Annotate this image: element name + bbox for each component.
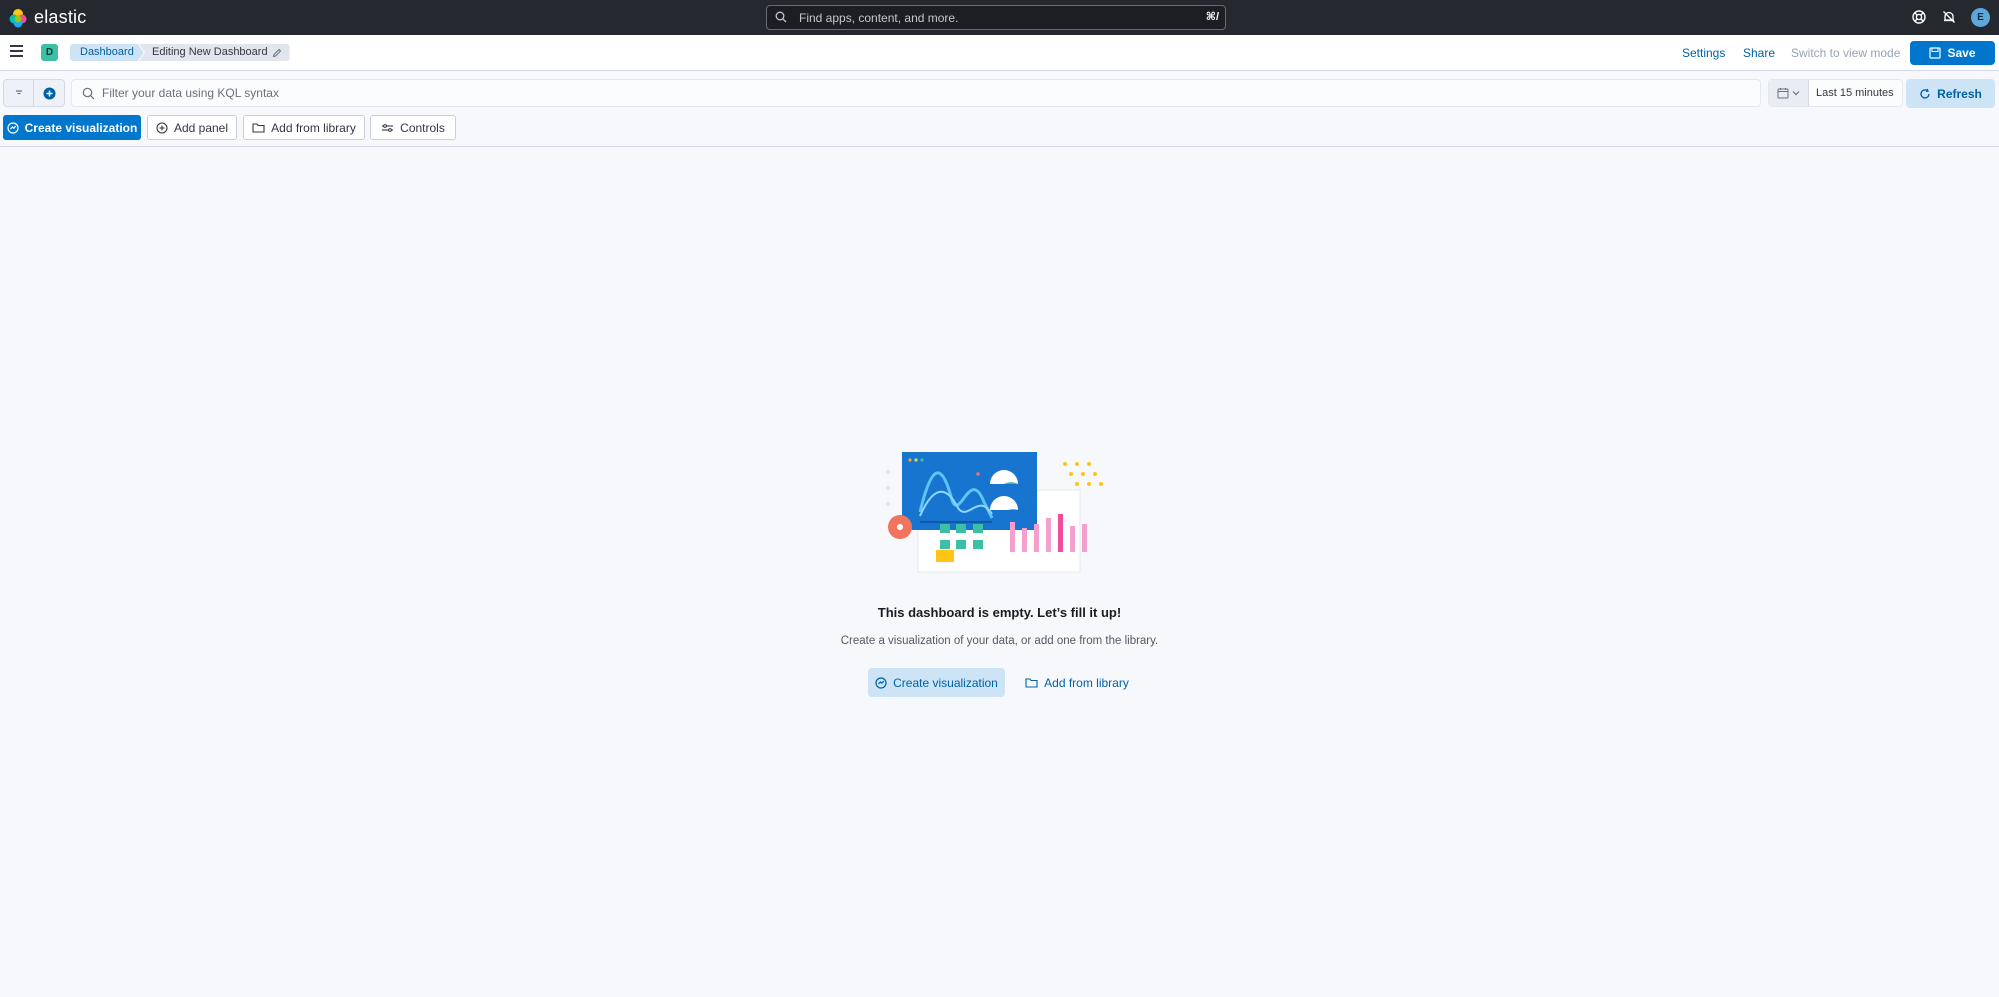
chevron-down-icon (1792, 91, 1800, 96)
hamburger-line (10, 45, 23, 47)
create-visualization-button[interactable]: Create visualization (3, 115, 141, 140)
logo-text: elastic (34, 7, 87, 27)
empty-add-from-library-label: Add from library (1044, 675, 1129, 690)
global-header: elastic ⌘/ E (0, 0, 1999, 35)
breadcrumb-dashboard[interactable]: Dashboard (70, 44, 144, 61)
search-shortcut: ⌘/ (1205, 11, 1219, 23)
search-icon (82, 87, 95, 100)
filter-menu-button[interactable] (4, 80, 35, 106)
filter-icon (15, 90, 22, 95)
controls-icon (382, 123, 394, 132)
dashboard-toolbar: Create visualization Add panel Add from … (0, 115, 1999, 147)
kql-search-input[interactable] (102, 80, 1702, 106)
add-from-library-button[interactable]: Add from library (243, 115, 365, 140)
date-picker: Last 15 minutes (1768, 79, 1903, 107)
empty-state-body: Create a visualization of your data, or … (840, 635, 1159, 647)
calendar-icon (1777, 88, 1789, 99)
visualize-app-icon (875, 676, 887, 689)
add-panel-button[interactable]: Add panel (147, 115, 237, 140)
space-selector[interactable]: D (41, 44, 58, 61)
pencil-icon (272, 48, 281, 57)
quick-select-button[interactable] (1769, 80, 1809, 106)
folder-icon (252, 123, 265, 133)
global-search-input[interactable] (791, 6, 1191, 29)
create-visualization-label: Create visualization (24, 120, 138, 135)
query-bar: Last 15 minutes Refresh (0, 71, 1999, 115)
kql-search[interactable] (71, 79, 1761, 107)
refresh-button-label: Refresh (1937, 86, 1982, 101)
breadcrumb-current-label: Editing New Dashboard (152, 46, 268, 58)
global-search[interactable]: ⌘/ (766, 5, 1226, 30)
refresh-button[interactable]: Refresh (1906, 79, 1995, 108)
controls-button[interactable]: Controls (370, 115, 456, 140)
elastic-logo[interactable]: elastic (8, 7, 86, 28)
empty-add-from-library-button[interactable]: Add from library (1022, 668, 1132, 697)
dashboard-illustration (885, 452, 1103, 573)
filter-button-group (3, 79, 65, 107)
app-header: D Dashboard Editing New Dashboard Settin… (0, 35, 1999, 71)
hamburger-line (10, 50, 23, 52)
plus-in-circle-icon (156, 121, 168, 134)
empty-dashboard: This dashboard is empty. Let’s fill it u… (0, 147, 1999, 997)
elastic-logo-icon (9, 8, 27, 27)
add-panel-label: Add panel (173, 120, 229, 135)
controls-label: Controls (400, 120, 445, 135)
time-range-label[interactable]: Last 15 minutes (1816, 87, 1894, 99)
folder-icon (1025, 678, 1038, 688)
save-button-label: Save (1947, 46, 1976, 60)
bell-icon (1943, 11, 1955, 23)
menu-toggle-button[interactable] (10, 45, 26, 61)
add-from-library-label: Add from library (271, 120, 356, 135)
empty-create-visualization-label: Create visualization (893, 675, 998, 690)
plus-circle-icon (43, 87, 55, 99)
visualize-app-icon (7, 121, 19, 134)
help-icon[interactable] (1910, 8, 1928, 26)
settings-link[interactable]: Settings (1682, 46, 1725, 60)
user-avatar[interactable]: E (1971, 8, 1990, 27)
search-icon (775, 11, 787, 23)
news-feed-icon[interactable] (1940, 8, 1958, 26)
breadcrumb-current[interactable]: Editing New Dashboard (139, 44, 290, 61)
empty-create-visualization-button[interactable]: Create visualization (868, 668, 1005, 697)
share-link[interactable]: Share (1743, 46, 1775, 60)
switch-to-view-mode-link[interactable]: Switch to view mode (1791, 46, 1900, 60)
hamburger-line (10, 55, 23, 57)
save-icon (1929, 47, 1942, 59)
empty-state-title: This dashboard is empty. Let’s fill it u… (877, 605, 1122, 620)
add-filter-button[interactable] (34, 80, 64, 106)
refresh-icon (1920, 88, 1930, 99)
lifebuoy-icon (1912, 10, 1926, 24)
save-button[interactable]: Save (1910, 41, 1995, 65)
